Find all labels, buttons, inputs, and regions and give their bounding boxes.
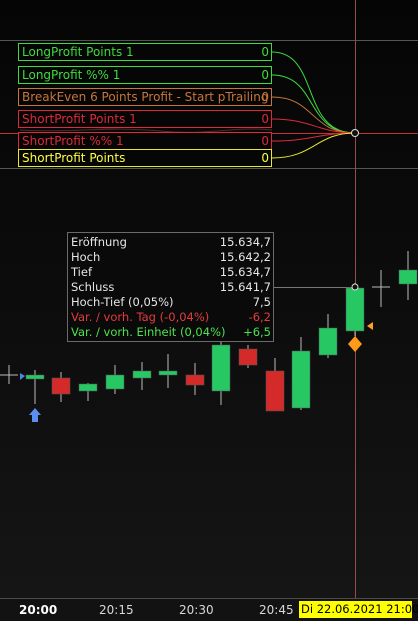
data-box-label: Var. / vorh. Tag (-0,04%) bbox=[71, 310, 210, 324]
time-label-2015: 20:15 bbox=[99, 603, 134, 617]
order-quantity: 0 bbox=[261, 134, 269, 148]
order-row-short[interactable]: ShortProfit %% 1 0 bbox=[18, 132, 272, 150]
order-row-short_selected[interactable]: ShortProfit Points 0 bbox=[18, 149, 272, 167]
data-box-label: Tief bbox=[71, 265, 92, 279]
data-box-label: Eröffnung bbox=[71, 235, 127, 249]
data-box-value: 15.634,7 bbox=[219, 265, 271, 279]
order-label: ShortProfit Points 1 bbox=[22, 112, 137, 126]
time-label-2030: 20:30 bbox=[179, 603, 214, 617]
connector-breakeven bbox=[271, 96, 356, 134]
chart-window[interactable]: LongProfit Points 1 0 LongProfit %% 1 0 Brea… bbox=[0, 0, 418, 621]
data-box-label: Hoch-Tief (0,05%) bbox=[71, 295, 174, 309]
order-label: LongProfit %% 1 bbox=[22, 68, 121, 82]
data-box-value: 15.641,7 bbox=[219, 280, 271, 294]
small-left-marker-icon bbox=[20, 373, 25, 380]
data-box-value: 15.642,2 bbox=[219, 250, 271, 264]
data-box-value: +6,5 bbox=[243, 325, 271, 339]
order-quantity: 0 bbox=[261, 45, 269, 59]
order-row-long[interactable]: LongProfit Points 1 0 bbox=[18, 43, 272, 61]
crosshair-time-label: Di 22.06.2021 21:00 bbox=[299, 601, 418, 618]
data-box-row: Tief 15.634,7 bbox=[71, 265, 271, 280]
order-row-breakeven[interactable]: BreakEven 6 Points Profit - Start pTrail… bbox=[18, 88, 272, 106]
data-box-value: 7,5 bbox=[252, 295, 271, 309]
time-axis[interactable]: 20:00 20:15 20:30 20:45 Di 22.06.2021 21… bbox=[0, 598, 418, 621]
crosshair-point bbox=[351, 283, 359, 291]
time-label-2000: 20:00 bbox=[19, 603, 58, 617]
order-quantity: 0 bbox=[261, 151, 269, 165]
buy-signal-arrow-icon[interactable] bbox=[29, 408, 41, 422]
data-box: Eröffnung 15.634,7 Hoch 15.642,2 Tief 15.634,… bbox=[67, 232, 274, 342]
order-label: ShortProfit Points bbox=[22, 151, 126, 165]
time-label-2045: 20:45 bbox=[259, 603, 294, 617]
order-connectors bbox=[271, 51, 356, 159]
order-label: LongProfit Points 1 bbox=[22, 45, 134, 59]
order-convergence-point bbox=[351, 129, 359, 137]
data-box-label: Var. / vorh. Einheit (0,04%) bbox=[71, 325, 226, 339]
data-box-value: 15.634,7 bbox=[219, 235, 271, 249]
order-row-short[interactable]: ShortProfit Points 1 0 bbox=[18, 110, 272, 128]
order-quantity: 0 bbox=[261, 90, 269, 104]
order-quantity: 0 bbox=[261, 68, 269, 82]
data-box-label: Schluss bbox=[71, 280, 115, 294]
order-label: BreakEven 6 Points Profit - Start pTrail… bbox=[22, 90, 272, 104]
data-box-row: Var. / vorh. Tag (-0,04%) -6,2 bbox=[71, 310, 271, 325]
connector-long-percent bbox=[271, 74, 356, 134]
data-box-label: Hoch bbox=[71, 250, 101, 264]
order-quantity: 0 bbox=[261, 112, 269, 126]
data-box-row: Hoch-Tief (0,05%) 7,5 bbox=[71, 295, 271, 310]
connector-long-points bbox=[271, 51, 356, 134]
data-box-value: -6,2 bbox=[248, 310, 271, 324]
data-box-row: Hoch 15.642,2 bbox=[71, 250, 271, 265]
order-label: ShortProfit %% 1 bbox=[22, 134, 124, 148]
order-row-long[interactable]: LongProfit %% 1 0 bbox=[18, 66, 272, 84]
entry-diamond-icon[interactable] bbox=[348, 336, 362, 352]
data-box-row: Var. / vorh. Einheit (0,04%) +6,5 bbox=[71, 325, 271, 340]
data-box-row: Eröffnung 15.634,7 bbox=[71, 235, 271, 250]
data-box-row: Schluss 15.641,7 bbox=[71, 280, 271, 295]
price-pointer-icon bbox=[367, 322, 373, 330]
